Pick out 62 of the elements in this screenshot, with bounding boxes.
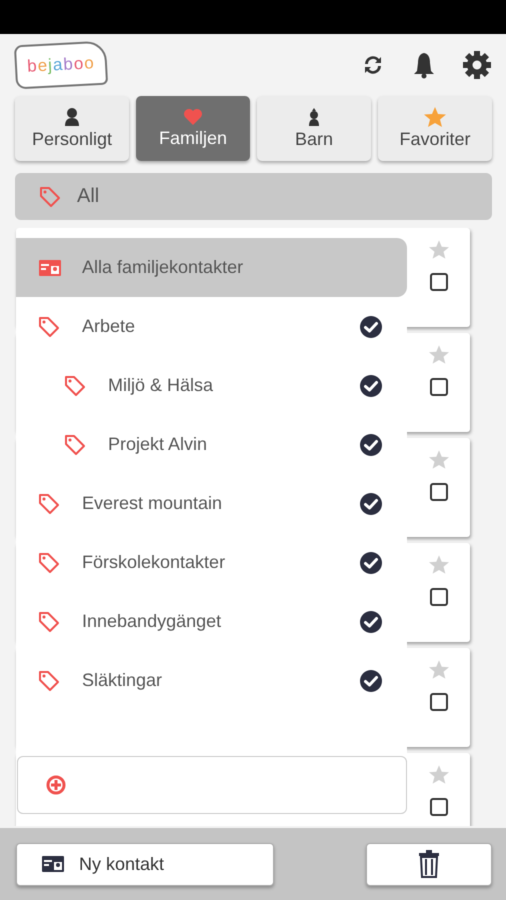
check-circle-icon[interactable]	[359, 374, 383, 398]
tag-filter-dropdown[interactable]: All	[15, 173, 492, 220]
tag-menu-item[interactable]: Förskolekontakter	[16, 533, 407, 592]
select-checkbox[interactable]	[430, 273, 448, 291]
select-checkbox[interactable]	[430, 798, 448, 816]
heart-icon	[183, 108, 203, 126]
person-icon	[64, 107, 80, 127]
child-icon	[307, 107, 321, 127]
tab[interactable]: Favoriter	[378, 96, 492, 161]
bell-icon[interactable]	[412, 51, 436, 79]
tag-menu-item[interactable]: Everest mountain	[16, 474, 407, 533]
favorite-star-icon[interactable]	[429, 765, 449, 784]
tab[interactable]: Familjen	[136, 96, 250, 161]
favorite-star-icon[interactable]	[429, 345, 449, 364]
tag-icon	[64, 434, 86, 456]
select-checkbox[interactable]	[430, 693, 448, 711]
trash-icon	[418, 850, 440, 878]
tag-label: Everest mountain	[82, 493, 224, 514]
tag-menu-item[interactable]: Innebandygänget	[16, 592, 407, 651]
tag-label: Förskolekontakter	[82, 552, 226, 573]
add-tag-field[interactable]	[17, 756, 407, 814]
tag-icon	[38, 316, 60, 338]
tag-label: Innebandygänget	[82, 611, 222, 632]
contact-card-icon	[41, 854, 65, 874]
logo: bejaboo	[14, 40, 108, 90]
tag-menu-item[interactable]: Projekt Alvin	[16, 415, 407, 474]
add-icon	[46, 775, 66, 795]
tag-menu-item[interactable]: Alla familjekontakter	[16, 238, 407, 297]
tag-icon	[38, 552, 60, 574]
favorite-star-icon[interactable]	[429, 450, 449, 469]
check-circle-icon[interactable]	[359, 610, 383, 634]
tag-label: Arbete	[82, 316, 136, 337]
tag-icon	[38, 610, 60, 632]
star-icon	[424, 107, 446, 127]
tab[interactable]: Personligt	[15, 96, 129, 161]
tab[interactable]: Barn	[257, 96, 371, 161]
favorite-star-icon[interactable]	[429, 555, 449, 574]
select-checkbox[interactable]	[430, 378, 448, 396]
check-circle-icon[interactable]	[359, 314, 383, 338]
new-contact-button[interactable]: Ny kontakt	[16, 842, 274, 886]
favorite-star-icon[interactable]	[429, 240, 449, 259]
contact-card-icon	[38, 258, 62, 278]
tag-label: Släktingar	[82, 670, 164, 691]
tag-menu-item[interactable]: Släktingar	[16, 651, 407, 710]
tag-label: Projekt Alvin	[108, 434, 208, 455]
settings-icon[interactable]	[462, 50, 492, 80]
select-checkbox[interactable]	[430, 588, 448, 606]
check-circle-icon[interactable]	[359, 550, 383, 574]
select-checkbox[interactable]	[430, 483, 448, 501]
tag-icon	[64, 374, 86, 396]
tag-icon	[39, 186, 61, 208]
tag-label: Alla familjekontakter	[82, 257, 244, 278]
delete-button[interactable]	[366, 842, 492, 886]
tag-menu-item[interactable]: Arbete	[16, 297, 407, 356]
check-circle-icon[interactable]	[359, 492, 383, 516]
tag-icon	[38, 492, 60, 514]
tag-icon	[38, 670, 60, 692]
tag-menu-item[interactable]: Miljö & Hälsa	[16, 356, 407, 415]
check-circle-icon[interactable]	[359, 432, 383, 456]
favorite-star-icon[interactable]	[429, 660, 449, 679]
check-circle-icon[interactable]	[359, 668, 383, 692]
tag-label: Miljö & Hälsa	[108, 375, 214, 396]
